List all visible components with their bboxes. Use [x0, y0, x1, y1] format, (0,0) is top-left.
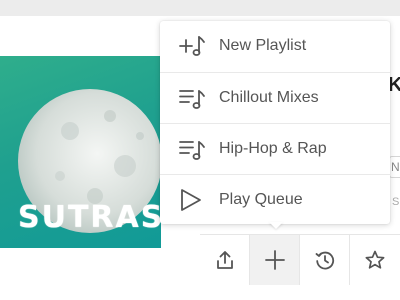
- add-playlist-icon: [179, 36, 205, 56]
- menu-item-play-queue[interactable]: Play Queue: [160, 174, 390, 224]
- playlist-icon: [179, 141, 205, 160]
- menu-item-label: Play Queue: [219, 191, 303, 208]
- detail-field-fragment: N: [391, 160, 400, 174]
- plus-icon: [264, 250, 285, 270]
- play-icon: [181, 189, 201, 211]
- album-cover[interactable]: SUTRAS: [0, 56, 161, 248]
- share-icon: [216, 251, 233, 269]
- menu-item-label: New Playlist: [219, 37, 307, 54]
- menu-item-chillout-mixes[interactable]: Chillout Mixes: [160, 72, 390, 122]
- star-icon: [365, 250, 385, 269]
- menu-pointer: [269, 222, 283, 229]
- playlist-icon: [179, 90, 205, 109]
- action-toolbar: [200, 234, 400, 285]
- history-button[interactable]: [300, 235, 350, 285]
- menu-item-label: Hip-Hop & Rap: [219, 140, 327, 157]
- history-icon: [315, 251, 334, 270]
- share-button[interactable]: [200, 235, 250, 285]
- album-title: SUTRAS: [18, 200, 161, 235]
- menu-item-hip-hop-rap[interactable]: Hip-Hop & Rap: [160, 123, 390, 173]
- add-to-menu: New Playlist Chillout Mixes Hip-Hop & Ra…: [160, 21, 390, 224]
- add-to-button[interactable]: [250, 235, 300, 285]
- menu-item-new-playlist[interactable]: New Playlist: [160, 21, 390, 71]
- detail-hint-fragment: S: [392, 196, 400, 208]
- menu-item-label: Chillout Mixes: [219, 89, 319, 106]
- favorite-button[interactable]: [350, 235, 400, 285]
